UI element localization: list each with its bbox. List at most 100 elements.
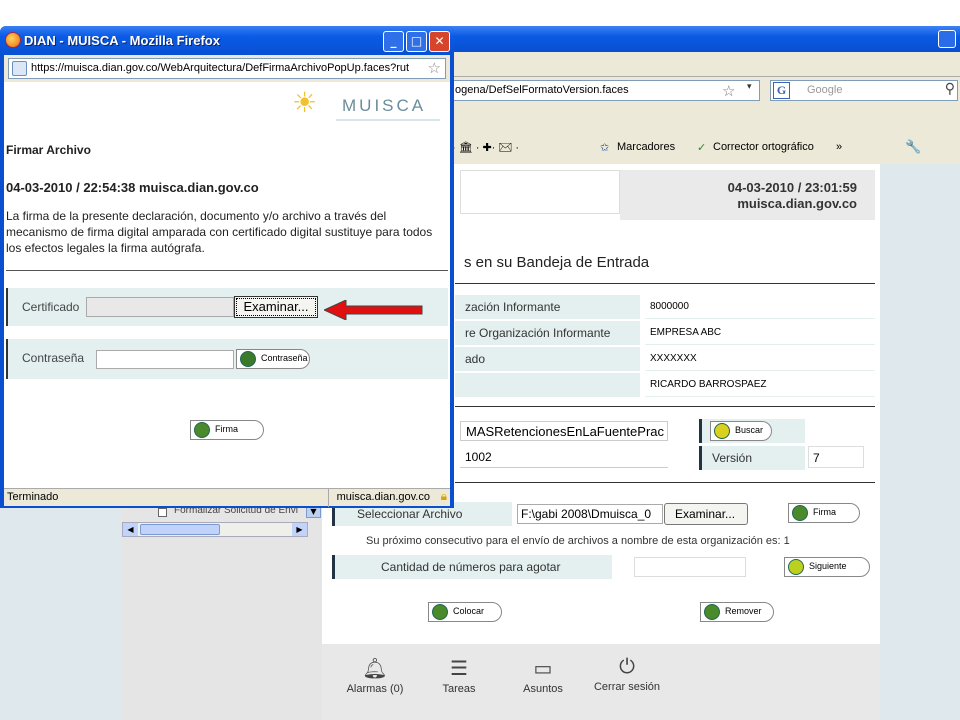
file-path-input[interactable]: F:\gabi 2008\Dmuisca_0 xyxy=(517,504,663,524)
contrasena-row: Contraseña Contraseña xyxy=(6,339,448,379)
status-divider xyxy=(328,489,329,507)
info-label-usuario: ado xyxy=(455,347,640,371)
contrasena-button[interactable]: Contraseña xyxy=(236,349,310,369)
header-box xyxy=(460,170,620,214)
consecutivo-text: Su próximo consecutivo para el envío de … xyxy=(366,535,790,547)
toolbar-overflow[interactable]: » xyxy=(836,141,842,153)
popup-titlebar[interactable]: DIAN - MUISCA - Mozilla Firefox _ □ ✕ xyxy=(0,26,454,55)
pen-icon xyxy=(194,422,210,438)
firmar-archivo-title: Firmar Archivo xyxy=(6,143,91,157)
version-label: Versión xyxy=(699,446,805,470)
popup-window: DIAN - MUISCA - Mozilla Firefox _ □ ✕ ht… xyxy=(0,26,454,508)
footer-asuntos[interactable]: ▭ Asuntos xyxy=(508,656,578,695)
toolbar-home-icons[interactable]: · 🏛 · ✚· ✉ · xyxy=(452,141,519,154)
examinar-button[interactable]: Examinar... xyxy=(234,296,318,318)
title-divider xyxy=(455,283,875,284)
formato-number: 1002 xyxy=(460,446,668,468)
popup-bookmark-star-icon[interactable]: ☆ xyxy=(428,59,441,77)
remover-icon xyxy=(704,604,720,620)
sun-logo-icon: ☀ xyxy=(292,86,318,119)
remover-button[interactable]: Remover xyxy=(700,602,774,622)
certificado-row: Certificado Examinar... xyxy=(6,288,448,326)
red-arrow-icon xyxy=(324,300,423,320)
certificado-label: Certificado xyxy=(22,300,80,314)
header-band: 04-03-2010 / 23:01:59 muisca.dian.gov.co xyxy=(620,170,875,220)
popup-url-bar[interactable]: https://muisca.dian.gov.co/WebArquitectu… xyxy=(8,58,446,79)
site-identity-icon[interactable] xyxy=(12,61,27,76)
firma-button[interactable]: Firma xyxy=(190,420,264,440)
colocar-button[interactable]: Colocar xyxy=(428,602,502,622)
contrasena-input[interactable] xyxy=(96,350,234,369)
star-icon: ✩ xyxy=(600,142,610,154)
version-value[interactable]: 7 xyxy=(808,446,864,468)
popup-date-line: 04-03-2010 / 22:54:38 muisca.dian.gov.co xyxy=(6,180,259,195)
tasks-icon: ☰ xyxy=(450,658,468,680)
info-label-nombre: re Organización Informante xyxy=(455,321,640,345)
buscar-button[interactable]: Buscar xyxy=(710,421,773,441)
scroll-right-icon[interactable]: ▶ xyxy=(292,523,307,536)
popup-statusbar: Terminado muisca.dian.gov.co 🔒︎ xyxy=(4,488,450,507)
minimize-icon[interactable]: _ xyxy=(383,31,404,52)
header-date: 04-03-2010 / 23:01:59 muisca.dian.gov.co xyxy=(727,180,857,211)
contrasena-label: Contraseña xyxy=(22,351,85,365)
buscar-cell: Buscar xyxy=(699,419,805,443)
close-icon[interactable]: ✕ xyxy=(429,31,450,52)
footer-tareas[interactable]: ☰ Tareas xyxy=(424,656,494,695)
firefox-icon xyxy=(5,32,21,48)
info-divider xyxy=(455,406,875,407)
spellcheck-icon: ✓ xyxy=(697,142,707,154)
url-dropdown-icon[interactable]: ▾ xyxy=(747,82,752,92)
status-text: Terminado xyxy=(7,491,59,503)
popup-url-text: https://muisca.dian.gov.co/WebArquitectu… xyxy=(31,62,410,74)
search-placeholder: Google xyxy=(807,84,843,96)
arrow-right-icon xyxy=(788,559,804,575)
certificado-input[interactable] xyxy=(86,297,234,317)
power-icon: ⏻ xyxy=(619,656,635,678)
background-tabstrip xyxy=(450,52,960,77)
info-value-nombre: EMPRESA ABC xyxy=(645,321,875,345)
background-minimize-button[interactable] xyxy=(938,30,956,48)
footer-alarmas[interactable]: 🔔︎ Alarmas (0) xyxy=(340,656,410,695)
sidebar-panel xyxy=(122,506,322,720)
lock-icon[interactable]: 🔒︎ xyxy=(441,489,447,504)
info-value-firmante: RICARDO BARROSPAEZ xyxy=(645,373,875,397)
formato-divider xyxy=(455,482,875,483)
legal-text: La firma de la presente declaración, doc… xyxy=(6,209,433,255)
bookmark-star-icon[interactable]: ☆ xyxy=(722,82,735,100)
popup-content: ☀ MUISCA Firmar Archivo 04-03-2010 / 22:… xyxy=(4,82,450,488)
footer-cerrar-sesion[interactable]: ⏻ Cerrar sesión xyxy=(592,656,662,693)
scroll-thumb[interactable] xyxy=(140,524,220,535)
bell-icon: 🔔︎ xyxy=(362,658,388,680)
folder-icon: ▭ xyxy=(533,658,553,680)
popup-title: DIAN - MUISCA - Mozilla Firefox xyxy=(24,33,220,48)
formato-name-field[interactable]: MASRetencionesEnLaFuentePrac xyxy=(460,421,668,441)
spellcheck-menu[interactable]: Corrector ortográfico xyxy=(713,141,814,153)
colocar-icon xyxy=(432,604,448,620)
cantidad-input[interactable] xyxy=(634,557,746,577)
page-right-margin xyxy=(880,164,960,720)
background-firma-button[interactable]: Firma xyxy=(788,503,860,523)
logo-text: MUISCA xyxy=(342,96,427,115)
search-icon[interactable]: ⚲ xyxy=(945,81,955,97)
horizontal-scrollbar[interactable]: ◀ ▶ xyxy=(122,522,308,537)
tree-checkbox[interactable] xyxy=(158,508,167,517)
search-box[interactable]: G Google ⚲ xyxy=(770,80,958,101)
key-icon xyxy=(240,351,256,367)
maximize-icon[interactable]: □ xyxy=(406,31,427,52)
info-label-nit: zación Informante xyxy=(455,295,640,319)
cantidad-label: Cantidad de números para agotar xyxy=(332,555,612,579)
status-domain: muisca.dian.gov.co xyxy=(336,491,430,503)
section-title: s en su Bandeja de Entrada xyxy=(464,254,650,271)
wrench-icon[interactable]: 🔧 xyxy=(905,139,921,155)
background-examinar-button[interactable]: Examinar... xyxy=(664,503,748,525)
popup-urlarea: https://muisca.dian.gov.co/WebArquitectu… xyxy=(4,55,450,82)
bookmarks-menu[interactable]: Marcadores xyxy=(617,141,675,153)
siguiente-button[interactable]: Siguiente xyxy=(784,557,870,577)
pen-icon xyxy=(792,505,808,521)
logo-underline xyxy=(336,119,440,121)
info-label-firmante xyxy=(455,373,640,397)
background-titlebar xyxy=(450,26,960,52)
background-url-bar[interactable]: ogena/DefSelFormatoVersion.faces xyxy=(450,80,760,101)
scroll-left-icon[interactable]: ◀ xyxy=(123,523,138,536)
search-circle-icon xyxy=(714,423,730,439)
